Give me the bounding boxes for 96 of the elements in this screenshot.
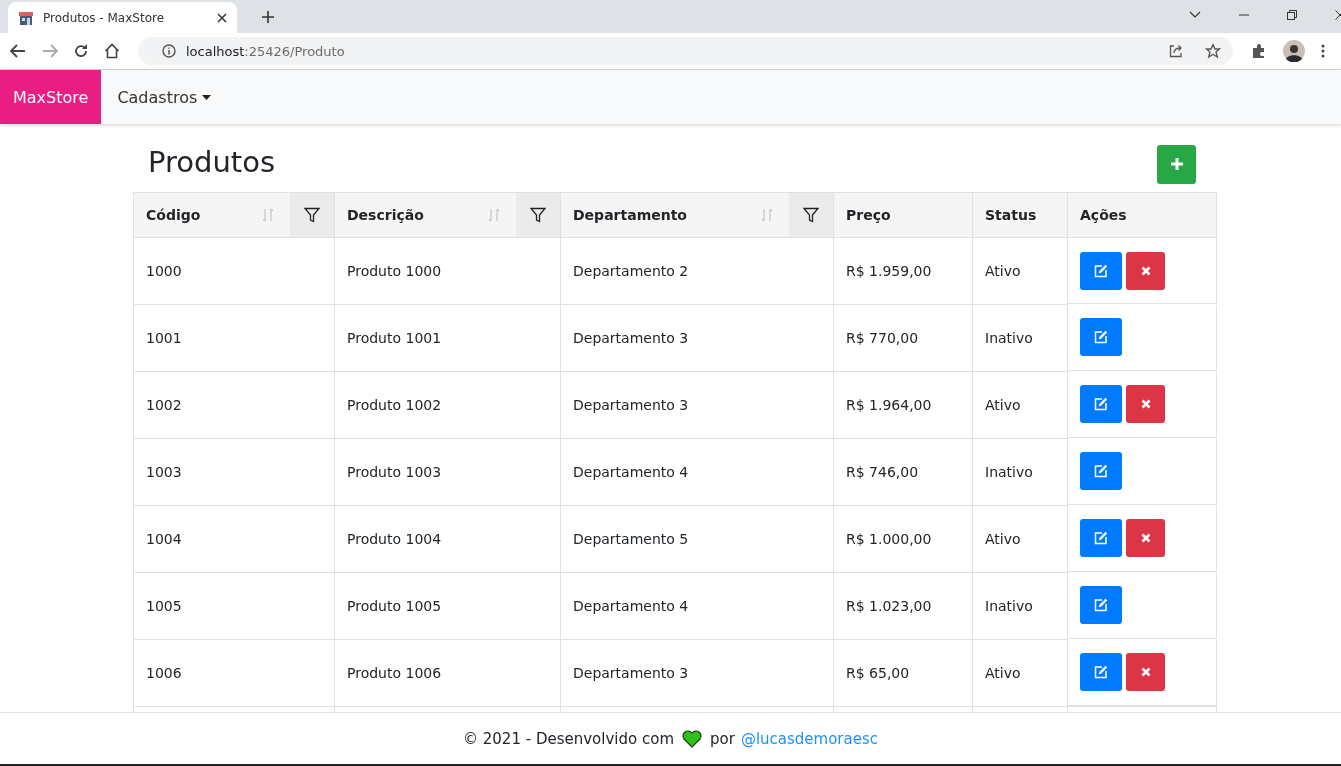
table-cell: Departamento 4 <box>573 598 689 614</box>
table-cell: Produto 1006 <box>347 665 442 681</box>
avatar-icon[interactable] <box>1283 40 1305 62</box>
share-icon[interactable] <box>1169 44 1183 58</box>
table-cell: 1006 <box>146 665 182 681</box>
edit-button[interactable] <box>1080 586 1122 624</box>
close-icon[interactable] <box>217 12 227 23</box>
add-button[interactable] <box>1157 144 1196 184</box>
close-icon <box>1140 533 1151 543</box>
column-header: Ações <box>1080 207 1128 223</box>
table-cell: R$ 1.000,00 <box>846 531 932 547</box>
home-icon[interactable] <box>104 43 120 59</box>
close-icon <box>1140 265 1151 276</box>
plus-icon[interactable] <box>262 11 274 23</box>
table-cell: Departamento 2 <box>573 263 689 279</box>
table-cell: R$ 770,00 <box>846 330 919 346</box>
tab-title: Produtos - MaxStore <box>43 10 166 25</box>
delete-button[interactable] <box>1126 385 1165 423</box>
filter-icon <box>530 207 546 223</box>
puzzle-icon[interactable] <box>1251 43 1267 59</box>
filter-icon <box>803 207 819 223</box>
table-cell: Ativo <box>985 397 1021 413</box>
nav-menu-item[interactable]: Cadastros <box>101 70 228 124</box>
table-cell: 1005 <box>146 598 182 614</box>
footer-text: por <box>710 729 735 748</box>
table-cell: Departamento 3 <box>573 330 689 346</box>
table-cell: R$ 1.964,00 <box>846 397 932 413</box>
table-cell: Inativo <box>985 598 1033 614</box>
edit-icon <box>1094 330 1108 344</box>
minimize-icon[interactable] <box>1239 13 1249 16</box>
table-cell: 1000 <box>146 263 182 279</box>
edit-icon <box>1094 464 1108 478</box>
edit-button[interactable] <box>1080 385 1122 423</box>
delete-button[interactable] <box>1126 653 1165 691</box>
column-header: Preço <box>846 207 892 223</box>
kebab-menu-icon[interactable] <box>1321 44 1325 58</box>
edit-icon <box>1094 665 1108 679</box>
table-cell: Produto 1003 <box>347 464 442 480</box>
table-cell: Ativo <box>985 665 1021 681</box>
heart-icon <box>682 729 702 748</box>
table-cell: R$ 746,00 <box>846 464 919 480</box>
browser-tab[interactable]: Produtos - MaxStore <box>8 2 237 33</box>
table-cell: 1002 <box>146 397 182 413</box>
info-icon <box>162 44 176 58</box>
table-cell: Departamento 3 <box>573 665 689 681</box>
table-cell: R$ 65,00 <box>846 665 910 681</box>
filter-button[interactable] <box>789 193 833 237</box>
table-cell: Ativo <box>985 263 1021 279</box>
table-cell: 1004 <box>146 531 182 547</box>
edit-button[interactable] <box>1080 653 1122 691</box>
edit-button[interactable] <box>1080 452 1122 490</box>
page-title: Produtos <box>148 145 276 179</box>
table-cell: Produto 1001 <box>347 330 442 346</box>
table-cell: R$ 1.023,00 <box>846 598 932 614</box>
footer-text: © 2021 - Desenvolvido com <box>463 729 674 748</box>
filter-icon <box>304 207 320 223</box>
table-cell: Departamento 3 <box>573 397 689 413</box>
column-header[interactable]: Código <box>146 207 262 223</box>
back-icon[interactable] <box>10 44 26 58</box>
table-cell: Departamento 5 <box>573 531 689 547</box>
edit-button[interactable] <box>1080 251 1122 290</box>
table-cell: Inativo <box>985 464 1033 480</box>
edit-icon <box>1094 397 1108 411</box>
chevron-down-icon[interactable] <box>1189 10 1201 19</box>
table-cell: Ativo <box>985 531 1021 547</box>
table-cell: Departamento 4 <box>573 464 689 480</box>
edit-button[interactable] <box>1080 318 1122 356</box>
close-icon <box>1140 399 1151 409</box>
table-cell: R$ 1.959,00 <box>846 263 932 279</box>
reload-icon[interactable] <box>74 44 88 58</box>
table-cell: Produto 1002 <box>347 397 442 413</box>
filter-button[interactable] <box>290 193 334 237</box>
url-text: localhost:25426/Produto <box>186 43 345 59</box>
table-cell: Produto 1000 <box>347 263 442 279</box>
table-cell: 1001 <box>146 330 182 346</box>
plus-icon <box>1170 158 1183 170</box>
column-header: Status <box>985 207 1038 223</box>
star-icon[interactable] <box>1205 43 1221 59</box>
edit-icon <box>1094 598 1108 612</box>
forward-icon <box>42 44 58 58</box>
brand-link[interactable]: MaxStore <box>0 70 102 124</box>
close-icon[interactable] <box>1335 9 1341 20</box>
delete-button[interactable] <box>1126 519 1165 557</box>
address-bar[interactable]: localhost:25426/Produto <box>138 37 1233 65</box>
filter-button[interactable] <box>516 193 560 237</box>
edit-button[interactable] <box>1080 519 1122 557</box>
restore-icon[interactable] <box>1287 9 1297 20</box>
table-cell: Inativo <box>985 330 1033 346</box>
edit-icon <box>1094 531 1108 545</box>
table-cell: 1003 <box>146 464 182 480</box>
close-icon <box>1140 667 1151 677</box>
table-cell: Produto 1004 <box>347 531 442 547</box>
store-icon <box>18 9 34 26</box>
delete-button[interactable] <box>1126 251 1165 290</box>
table-cell: Produto 1005 <box>347 598 442 614</box>
edit-icon <box>1094 263 1108 278</box>
